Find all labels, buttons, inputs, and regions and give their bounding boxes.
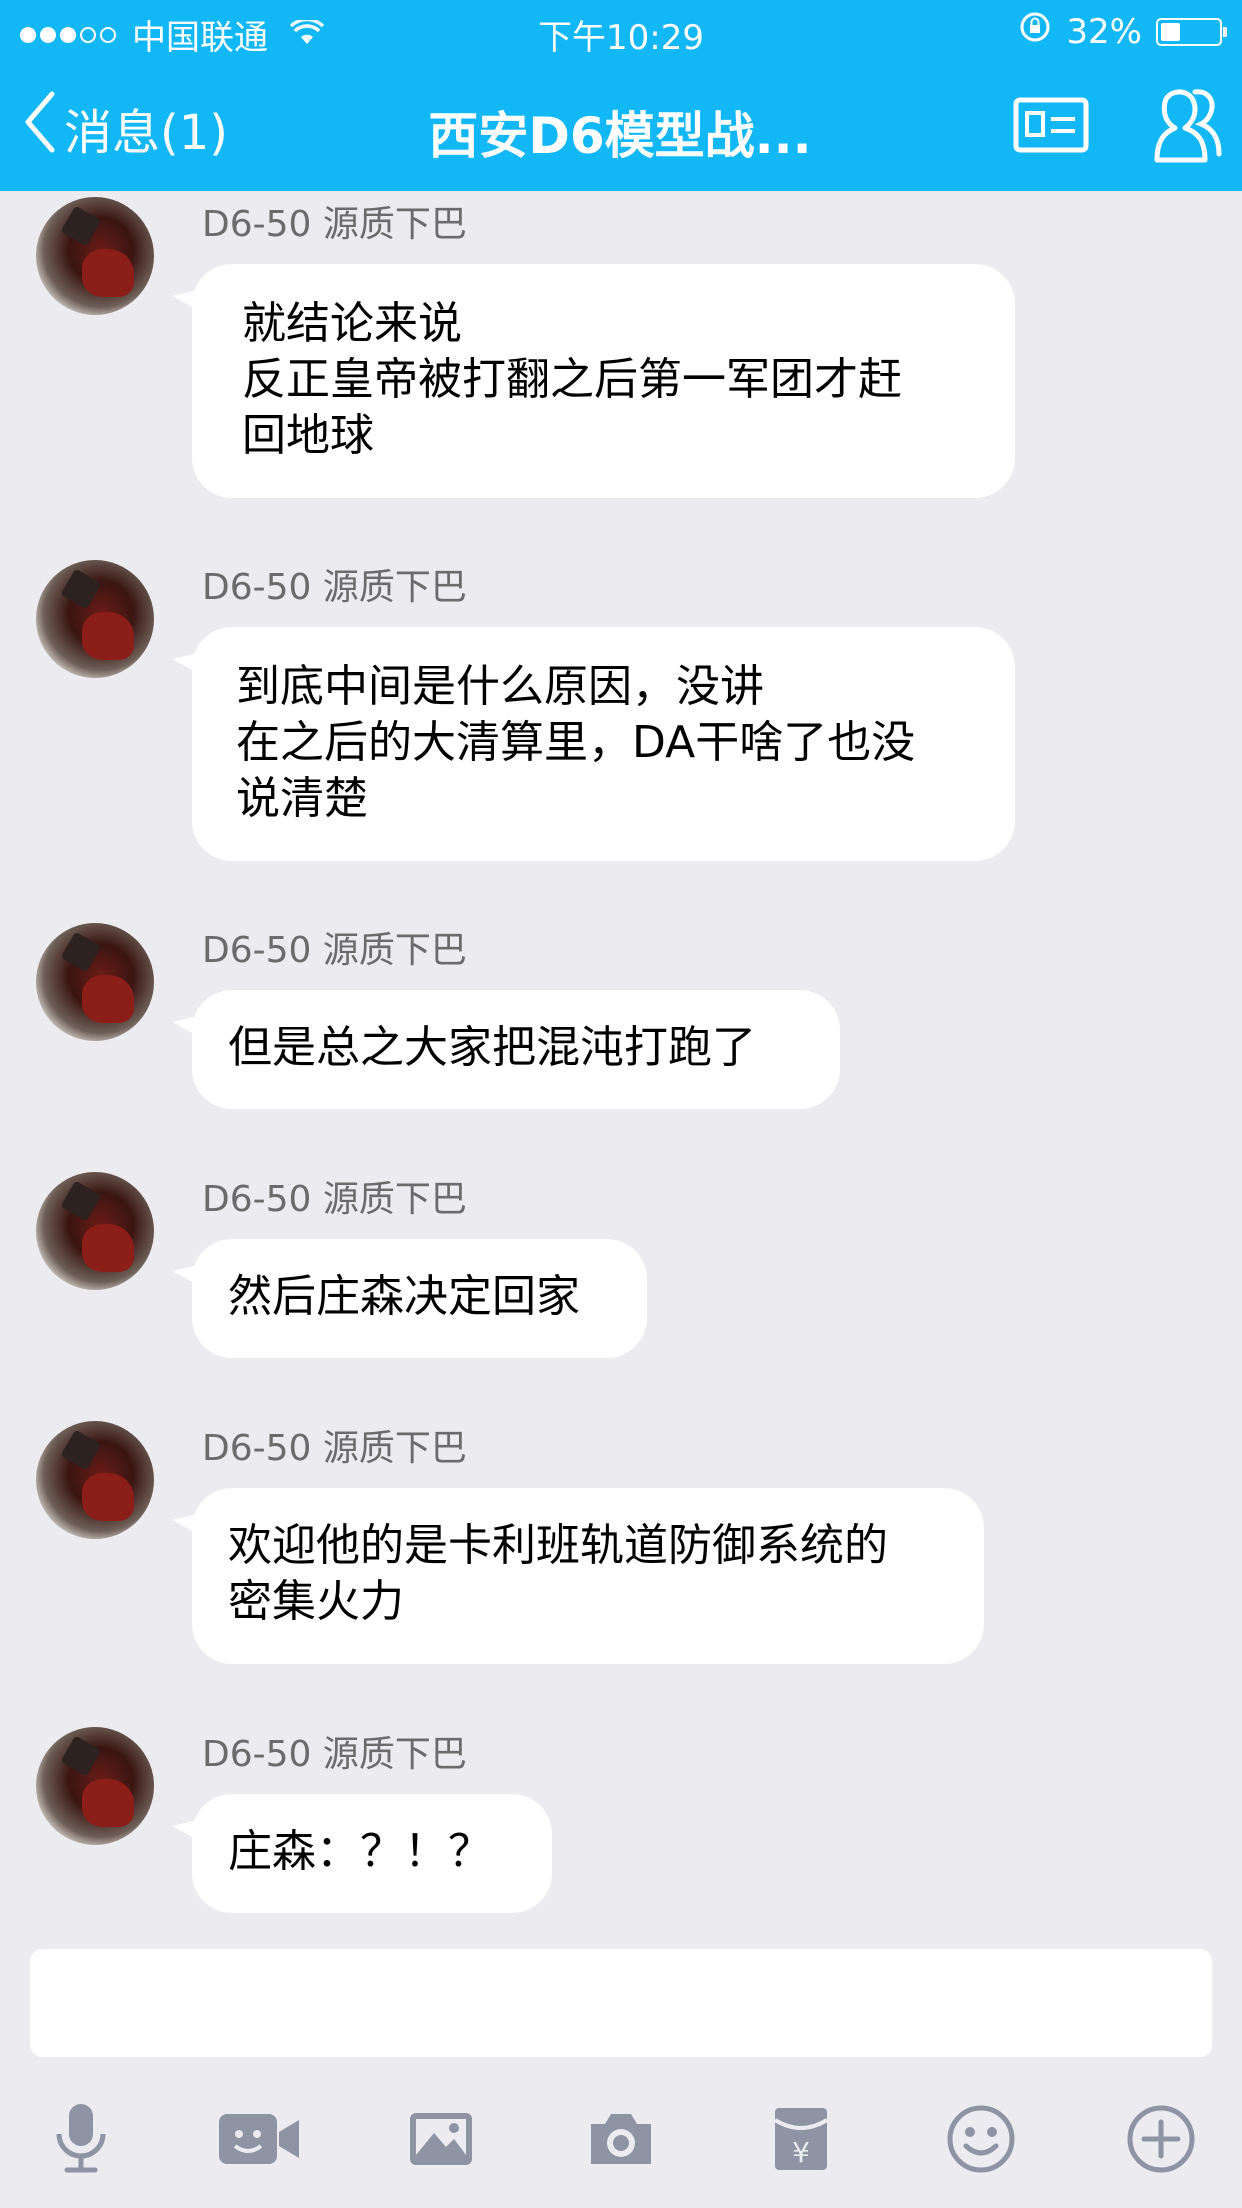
red-envelope-button[interactable]: ¥ bbox=[756, 2096, 846, 2186]
back-button[interactable]: 消息(1) bbox=[22, 90, 228, 166]
sender-name: D6-50 源质下巴 bbox=[202, 1734, 467, 1775]
back-label: 消息(1) bbox=[64, 105, 228, 161]
avatar[interactable] bbox=[36, 1172, 154, 1290]
group-profile-button[interactable] bbox=[1013, 97, 1089, 157]
message-bubble[interactable]: 庄森：？！？ bbox=[172, 1794, 552, 1913]
photo-button[interactable] bbox=[396, 2096, 486, 2186]
message-bubble[interactable]: 欢迎他的是卡利班轨道防御系统的 密集火力 bbox=[172, 1488, 984, 1664]
camera-button[interactable] bbox=[576, 2096, 666, 2186]
image-icon bbox=[408, 2111, 474, 2171]
message-bubble[interactable]: 就结论来说 反正皇帝被打翻之后第一军团才赶 回地球 bbox=[172, 264, 1015, 498]
message-text: 密集火力 bbox=[228, 1576, 404, 1627]
message-text: 到底中间是什么原因，没讲 bbox=[236, 661, 764, 712]
avatar[interactable] bbox=[36, 1421, 154, 1539]
id-card-icon bbox=[1013, 97, 1089, 157]
message-bubble[interactable]: 然后庄森决定回家 bbox=[172, 1239, 647, 1358]
chevron-left-icon bbox=[22, 90, 56, 166]
group-members-button[interactable] bbox=[1135, 82, 1225, 168]
message-text: 但是总之大家把混沌打跑了 bbox=[228, 1022, 756, 1073]
rotation-lock-icon bbox=[1018, 10, 1052, 53]
header-bar: 中国联通 下午10:29 32% 消息(1) 西安D6模型战... bbox=[0, 0, 1242, 191]
composer: ¥ bbox=[0, 1946, 1242, 2208]
camera-icon bbox=[587, 2110, 655, 2172]
message-text: 欢迎他的是卡利班轨道防御系统的 bbox=[228, 1520, 888, 1571]
message-text: 说清楚 bbox=[236, 773, 368, 824]
emoji-icon bbox=[946, 2104, 1016, 2178]
message-text: 庄森：？！？ bbox=[228, 1826, 492, 1877]
microphone-icon bbox=[51, 2102, 111, 2180]
message-list[interactable]: D6-50 源质下巴 就结论来说 反正皇帝被打翻之后第一军团才赶 回地球 D6-… bbox=[0, 191, 1242, 1946]
people-icon bbox=[1135, 89, 1225, 168]
emoji-button[interactable] bbox=[936, 2096, 1026, 2186]
avatar[interactable] bbox=[36, 560, 154, 678]
message-text: 然后庄森决定回家 bbox=[228, 1271, 580, 1322]
message-text: 反正皇帝被打翻之后第一军团才赶 bbox=[242, 354, 902, 405]
message-text: 就结论来说 bbox=[242, 298, 462, 349]
red-envelope-icon: ¥ bbox=[773, 2106, 829, 2176]
sender-name: D6-50 源质下巴 bbox=[202, 930, 467, 971]
more-button[interactable] bbox=[1116, 2096, 1206, 2186]
message-bubble[interactable]: 但是总之大家把混沌打跑了 bbox=[172, 990, 840, 1109]
sender-name: D6-50 源质下巴 bbox=[202, 204, 467, 245]
sender-name: D6-50 源质下巴 bbox=[202, 1428, 467, 1469]
message-bubble[interactable]: 到底中间是什么原因，没讲 在之后的大清算里，DA干啥了也没 说清楚 bbox=[172, 627, 1015, 861]
status-bar: 中国联通 下午10:29 32% bbox=[0, 0, 1242, 62]
voice-button[interactable] bbox=[36, 2096, 126, 2186]
battery-percent: 32% bbox=[1066, 11, 1142, 52]
message-input[interactable] bbox=[30, 1949, 1212, 2057]
message-text: 在之后的大清算里，DA干啥了也没 bbox=[236, 717, 916, 768]
avatar[interactable] bbox=[36, 1727, 154, 1845]
chat-title[interactable]: 西安D6模型战... bbox=[320, 96, 920, 168]
avatar[interactable] bbox=[36, 197, 154, 315]
message-text: 回地球 bbox=[242, 410, 374, 461]
svg-text:¥: ¥ bbox=[792, 2136, 810, 2169]
sender-name: D6-50 源质下巴 bbox=[202, 1179, 467, 1220]
plus-icon bbox=[1126, 2104, 1196, 2178]
sender-name: D6-50 源质下巴 bbox=[202, 567, 467, 608]
video-call-button[interactable] bbox=[214, 2096, 304, 2186]
avatar[interactable] bbox=[36, 923, 154, 1041]
composer-toolbar: ¥ bbox=[0, 2096, 1242, 2186]
navigation-bar: 消息(1) 西安D6模型战... bbox=[0, 62, 1242, 191]
video-icon bbox=[217, 2110, 301, 2172]
battery-icon bbox=[1156, 17, 1227, 46]
